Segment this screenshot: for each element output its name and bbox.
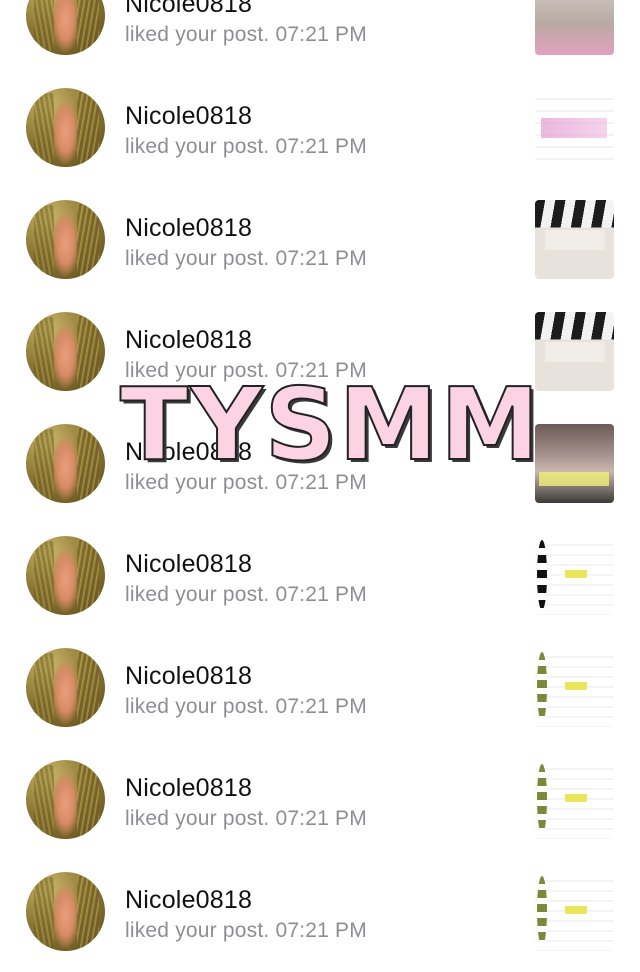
- username[interactable]: Nicole0818: [125, 326, 252, 355]
- post-thumbnail[interactable]: [535, 648, 614, 727]
- notification-row[interactable]: Nicole0818 liked your post. 07:21 PM: [0, 524, 640, 636]
- notification-text: liked your post. 07:21 PM: [125, 807, 367, 830]
- notification-row[interactable]: Nicole0818 liked your post. 07:21 PM: [0, 76, 640, 188]
- username[interactable]: Nicole0818: [125, 662, 252, 691]
- post-thumbnail[interactable]: [535, 312, 614, 391]
- notification-row[interactable]: Nicole0818 liked your post. 07:21 PM: [0, 188, 640, 300]
- username[interactable]: Nicole0818: [125, 214, 252, 243]
- notification-row[interactable]: Nicole0818 liked your post. 07:21 PM: [0, 860, 640, 972]
- post-thumbnail[interactable]: [535, 760, 614, 839]
- notification-row[interactable]: Nicole0818 liked your post. 07:21 PM: [0, 748, 640, 860]
- avatar[interactable]: [26, 760, 105, 839]
- avatar[interactable]: [26, 648, 105, 727]
- avatar[interactable]: [26, 536, 105, 615]
- username[interactable]: Nicole0818: [125, 550, 252, 579]
- notification-text: liked your post. 07:21 PM: [125, 135, 367, 158]
- post-thumbnail[interactable]: [535, 200, 614, 279]
- username[interactable]: Nicole0818: [125, 0, 252, 19]
- notification-text: liked your post. 07:21 PM: [125, 247, 367, 270]
- avatar[interactable]: [26, 312, 105, 391]
- username[interactable]: Nicole0818: [125, 102, 252, 131]
- post-thumbnail[interactable]: [535, 424, 614, 503]
- avatar[interactable]: [26, 0, 105, 55]
- avatar[interactable]: [26, 200, 105, 279]
- avatar[interactable]: [26, 424, 105, 503]
- username[interactable]: Nicole0818: [125, 886, 252, 915]
- post-thumbnail[interactable]: [535, 872, 614, 951]
- notification-list: Nicole0818 liked your post. 07:21 PM Nic…: [0, 0, 640, 972]
- post-thumbnail[interactable]: [535, 88, 614, 167]
- overlay-text: TYSMM: [119, 366, 542, 483]
- notification-row[interactable]: Nicole0818 liked your post. 07:21 PM: [0, 636, 640, 748]
- avatar[interactable]: [26, 872, 105, 951]
- username[interactable]: Nicole0818: [125, 774, 252, 803]
- notification-text: liked your post. 07:21 PM: [125, 695, 367, 718]
- notification-text: liked your post. 07:21 PM: [125, 919, 367, 942]
- notification-text: liked your post. 07:21 PM: [125, 583, 367, 606]
- notification-row[interactable]: Nicole0818 liked your post. 07:21 PM: [0, 0, 640, 76]
- avatar[interactable]: [26, 88, 105, 167]
- post-thumbnail[interactable]: [535, 0, 614, 55]
- notification-text: liked your post. 07:21 PM: [125, 23, 367, 46]
- post-thumbnail[interactable]: [535, 536, 614, 615]
